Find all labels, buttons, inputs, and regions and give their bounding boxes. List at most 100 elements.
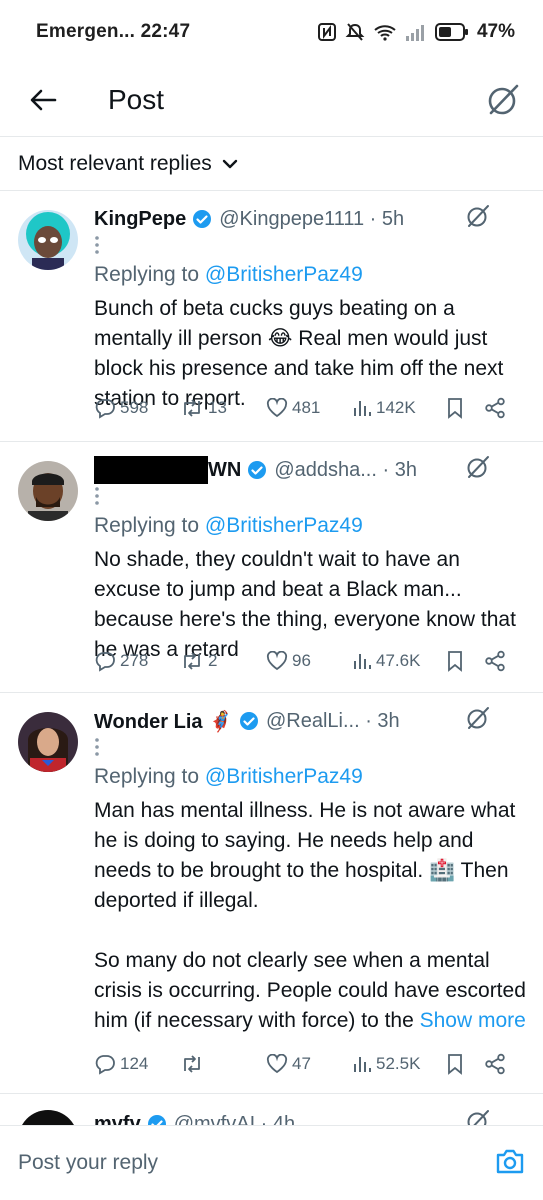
mention-link[interactable]: @BritisherPaz49: [205, 765, 363, 788]
avatar[interactable]: [18, 210, 78, 270]
author-handle[interactable]: @addsha... · 3h: [274, 459, 417, 482]
reply-button[interactable]: 124: [94, 1053, 180, 1075]
share-icon: [485, 650, 505, 672]
view-count: 47.6K: [376, 651, 421, 670]
views-button[interactable]: 47.6K: [352, 651, 446, 671]
reply-item[interactable]: mvfv @mvfvAI · 4h: [0, 1094, 543, 1125]
bookmark-button[interactable]: [446, 1053, 484, 1075]
share-button[interactable]: [484, 650, 506, 672]
avatar[interactable]: [18, 1110, 78, 1125]
action-bar: 598 13 481 142K: [94, 397, 527, 419]
share-button[interactable]: [484, 1053, 506, 1075]
share-icon: [485, 1053, 505, 1075]
view-count: 142K: [376, 398, 416, 417]
more-options-icon[interactable]: [94, 236, 100, 259]
reply-text: Man has mental illness. He is not aware …: [94, 799, 526, 1032]
views-icon: [354, 1057, 371, 1072]
author-handle[interactable]: @RealLi... · 3h: [266, 710, 400, 733]
nfc-icon: [317, 23, 336, 41]
like-count: 481: [292, 398, 321, 417]
views-icon: [354, 654, 371, 669]
reply-count: 124: [120, 1054, 149, 1073]
reply-icon: [95, 652, 115, 672]
sort-dropdown[interactable]: Most relevant replies: [0, 137, 543, 190]
top-bar: Post: [0, 64, 543, 136]
battery-icon: [434, 23, 468, 41]
like-button[interactable]: 96: [266, 651, 352, 671]
reply-count: 598: [120, 398, 149, 417]
camera-icon[interactable]: [495, 1147, 525, 1180]
signal-icon: [405, 25, 424, 41]
reply-count: 278: [120, 651, 149, 670]
author-name[interactable]: mvfv: [94, 1113, 141, 1126]
more-options-icon[interactable]: [94, 487, 100, 510]
repost-icon: [184, 1055, 200, 1073]
grok-icon[interactable]: [465, 454, 491, 486]
wifi-icon: [374, 25, 396, 41]
author-handle[interactable]: @mvfvAI · 4h: [174, 1113, 295, 1126]
avatar[interactable]: [18, 461, 78, 521]
compose-bar[interactable]: Post your reply: [0, 1125, 543, 1200]
bookmark-icon: [448, 398, 462, 419]
reply-text: Bunch of beta cucks guys beating on a me…: [94, 297, 510, 410]
verified-badge-icon: [247, 460, 267, 480]
grok-icon[interactable]: [465, 1108, 491, 1125]
view-count: 52.5K: [376, 1054, 421, 1073]
mention-link[interactable]: @BritisherPaz49: [205, 514, 363, 537]
replying-to: Replying to @BritisherPaz49: [94, 765, 363, 788]
repost-count: 2: [208, 651, 218, 670]
reply-icon: [95, 1055, 115, 1075]
battery-percent: 47%: [476, 21, 515, 42]
like-count: 96: [292, 651, 311, 670]
author-name[interactable]: WN: [208, 459, 241, 482]
author-handle[interactable]: @Kingpepe1111 · 5h: [219, 208, 404, 231]
repost-icon: [184, 652, 200, 670]
replying-to: Replying to @BritisherPaz49: [94, 263, 363, 286]
like-count: 47: [292, 1054, 311, 1073]
status-bar: Emergen... 22:47 47%: [0, 0, 543, 64]
action-bar: 278 2 96 47.6K: [94, 650, 527, 672]
repost-button[interactable]: 2: [180, 650, 266, 672]
repost-button[interactable]: 13: [180, 397, 266, 419]
share-icon: [485, 397, 505, 419]
status-carrier-time: Emergen... 22:47: [36, 21, 191, 42]
status-icons: 47%: [317, 21, 515, 43]
like-button[interactable]: 47: [266, 1054, 352, 1074]
views-button[interactable]: 142K: [352, 398, 446, 418]
views-icon: [354, 401, 371, 416]
show-more-link[interactable]: Show more: [420, 1009, 526, 1032]
heart-icon: [266, 398, 288, 418]
reply-item[interactable]: WN @addsha... · 3h Replying to @Britishe…: [0, 442, 543, 692]
heart-icon: [266, 651, 288, 671]
bookmark-button[interactable]: [446, 650, 484, 672]
verified-badge-icon: [147, 1114, 167, 1125]
reply-item[interactable]: KingPepe @Kingpepe1111 · 5h Replying to …: [0, 191, 543, 441]
replying-to: Replying to @BritisherPaz49: [94, 514, 363, 537]
repost-count: 13: [208, 398, 227, 417]
mention-link[interactable]: @BritisherPaz49: [205, 263, 363, 286]
page-title: Post: [108, 84, 165, 115]
bookmark-button[interactable]: [446, 397, 484, 419]
reply-button[interactable]: 278: [94, 650, 180, 672]
sort-label: Most relevant replies: [18, 151, 212, 175]
reply-button[interactable]: 598: [94, 397, 180, 419]
bookmark-icon: [448, 1054, 462, 1075]
action-bar: 124 47 52.5K: [94, 1053, 527, 1075]
arrow-left-icon[interactable]: [26, 83, 60, 117]
more-options-icon[interactable]: [94, 738, 100, 761]
avatar[interactable]: [18, 712, 78, 772]
grok-icon[interactable]: [465, 203, 491, 235]
reply-item[interactable]: Wonder Lia 🦸‍♀️ @RealLi... · 3h Replying…: [0, 693, 543, 1093]
grok-icon[interactable]: [485, 82, 521, 118]
share-button[interactable]: [484, 397, 506, 419]
views-button[interactable]: 52.5K: [352, 1054, 446, 1074]
author-name[interactable]: Wonder Lia 🦸‍♀️: [94, 709, 233, 734]
like-button[interactable]: 481: [266, 398, 352, 418]
grok-icon[interactable]: [465, 705, 491, 737]
reply-icon: [95, 399, 115, 419]
reply-text: No shade, they couldn't wait to have an …: [94, 548, 522, 661]
reply-input[interactable]: Post your reply: [18, 1151, 495, 1175]
author-name[interactable]: KingPepe: [94, 208, 186, 231]
repost-button[interactable]: [180, 1053, 266, 1075]
repost-icon: [184, 399, 200, 417]
